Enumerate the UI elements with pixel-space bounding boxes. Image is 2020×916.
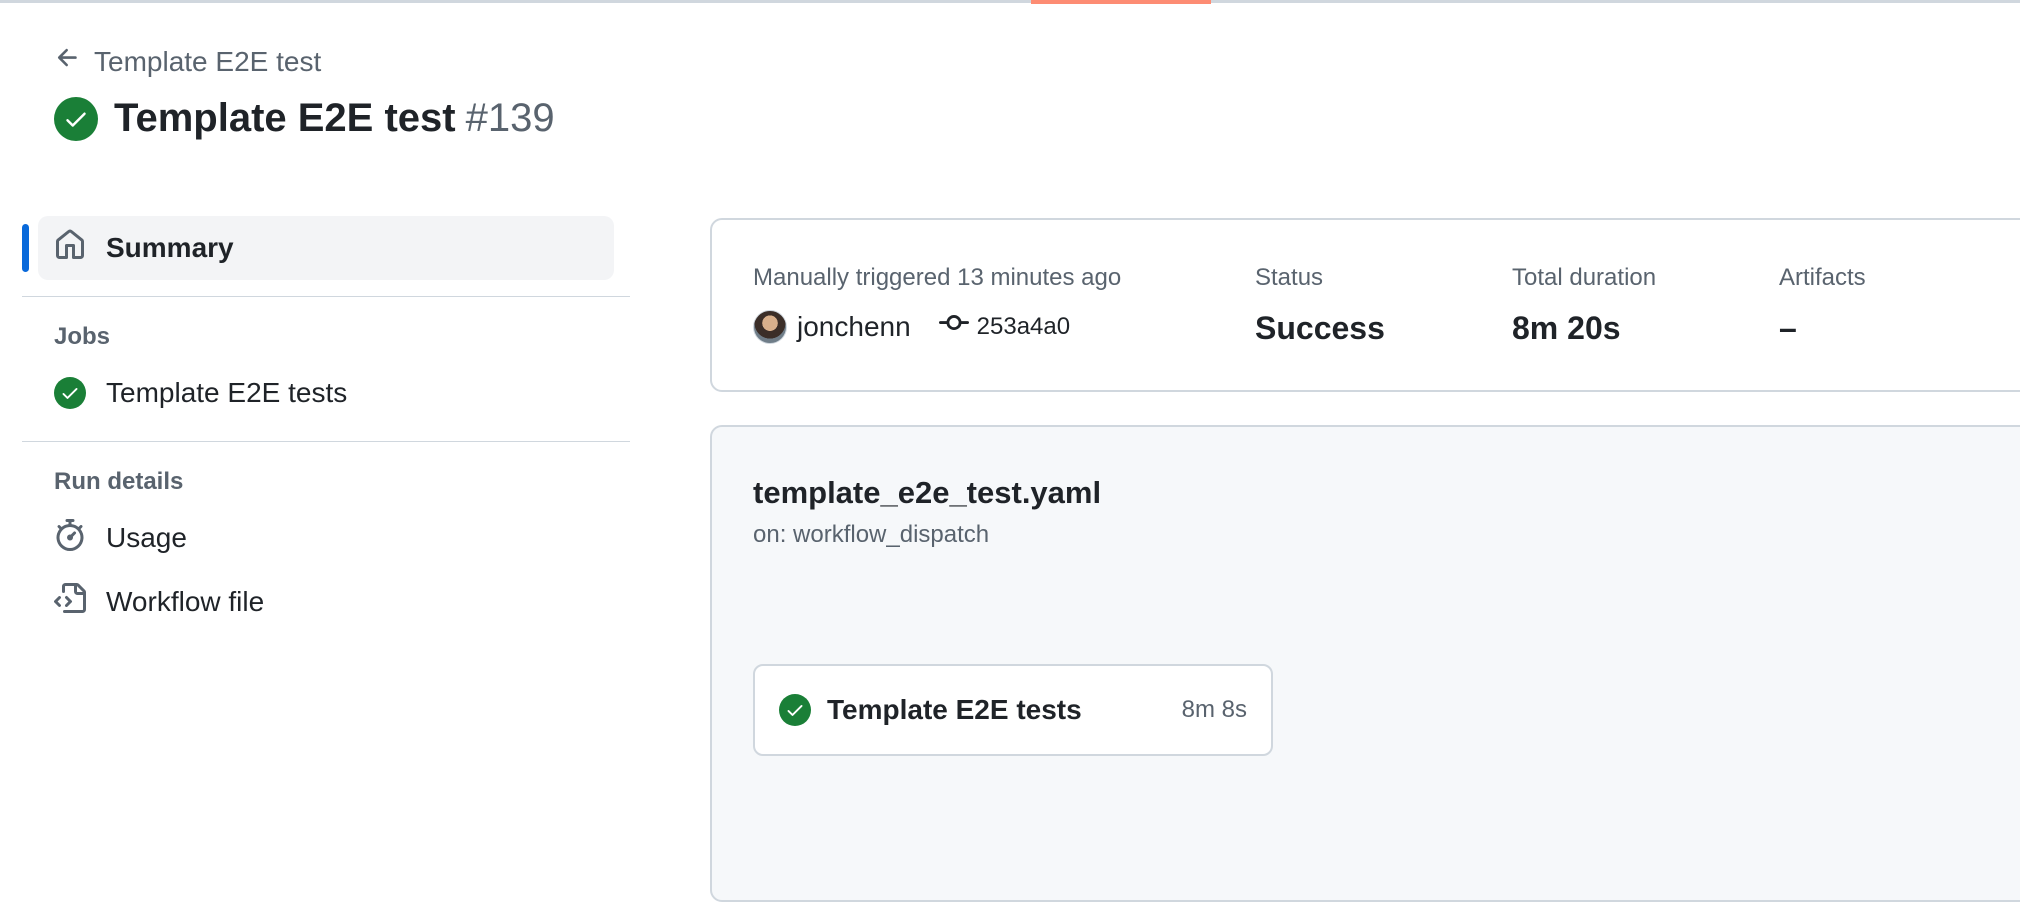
sidebar-item-label: Workflow file bbox=[106, 586, 265, 617]
sidebar-item-label: Summary bbox=[106, 232, 234, 263]
trigger-actor-row: jonchenn 253a4a0 bbox=[753, 308, 1121, 345]
status-info: Status Success bbox=[1255, 264, 1385, 347]
sidebar-item-summary[interactable]: Summary bbox=[22, 216, 614, 280]
duration-label: Total duration bbox=[1512, 264, 1657, 291]
sidebar-divider bbox=[22, 296, 630, 297]
top-border bbox=[0, 0, 2020, 3]
jobs-heading: Jobs bbox=[54, 323, 111, 350]
job-duration: 8m 8s bbox=[1181, 696, 1247, 723]
stopwatch-icon bbox=[54, 518, 86, 558]
sidebar-item-usage[interactable]: Usage bbox=[22, 506, 630, 570]
active-indicator bbox=[22, 224, 29, 272]
artifacts-info: Artifacts – bbox=[1779, 264, 1866, 347]
sidebar-item-job[interactable]: Template E2E tests bbox=[22, 361, 630, 425]
git-commit-icon bbox=[938, 308, 969, 345]
workflow-trigger: on: workflow_dispatch bbox=[753, 521, 990, 548]
artifacts-label: Artifacts bbox=[1779, 264, 1866, 291]
status-label: Status bbox=[1255, 264, 1324, 291]
file-code-icon bbox=[54, 582, 86, 622]
arrow-left-icon bbox=[54, 44, 82, 79]
actor-link[interactable]: jonchenn bbox=[797, 311, 911, 343]
success-check-icon bbox=[54, 377, 86, 409]
run-summary-card: Manually triggered 13 minutes ago jonche… bbox=[710, 218, 2020, 392]
success-check-icon bbox=[54, 96, 98, 141]
sidebar-item-label: Usage bbox=[106, 522, 187, 553]
avatar[interactable] bbox=[753, 309, 787, 344]
trigger-text: Manually triggered 13 minutes ago bbox=[753, 264, 1122, 291]
run-number: #139 bbox=[465, 96, 555, 140]
status-value: Success bbox=[1255, 310, 1385, 346]
sidebar-item-label: Template E2E tests bbox=[106, 377, 348, 408]
top-accent-bar bbox=[1031, 0, 1211, 4]
page-title: Template E2E test #139 bbox=[114, 96, 555, 141]
workflow-file-name: template_e2e_test.yaml bbox=[753, 475, 1102, 510]
back-link-label[interactable]: Template E2E test bbox=[94, 46, 321, 78]
workflow-title: Template E2E test bbox=[114, 96, 456, 140]
job-node[interactable]: Template E2E tests 8m 8s bbox=[753, 664, 1273, 756]
run-sidebar: Summary Jobs Template E2E tests Run deta… bbox=[22, 216, 630, 634]
duration-value: 8m 20s bbox=[1512, 310, 1621, 346]
workflow-graph: template_e2e_test.yaml on: workflow_disp… bbox=[710, 425, 2020, 902]
duration-info: Total duration 8m 20s bbox=[1512, 264, 1656, 347]
commit-sha[interactable]: 253a4a0 bbox=[977, 313, 1070, 341]
job-name[interactable]: Template E2E tests bbox=[827, 694, 1166, 726]
back-link[interactable]: Template E2E test bbox=[54, 44, 321, 79]
success-check-icon bbox=[779, 694, 811, 726]
home-icon bbox=[54, 229, 86, 268]
trigger-info: Manually triggered 13 minutes ago jonche… bbox=[753, 264, 1121, 345]
commit-link[interactable]: 253a4a0 bbox=[938, 308, 1070, 345]
sidebar-divider bbox=[22, 441, 630, 442]
run-details-heading: Run details bbox=[54, 468, 184, 495]
sidebar-item-workflow-file[interactable]: Workflow file bbox=[22, 570, 630, 634]
page-title-row: Template E2E test #139 bbox=[54, 96, 555, 141]
artifacts-value: – bbox=[1779, 310, 1797, 346]
